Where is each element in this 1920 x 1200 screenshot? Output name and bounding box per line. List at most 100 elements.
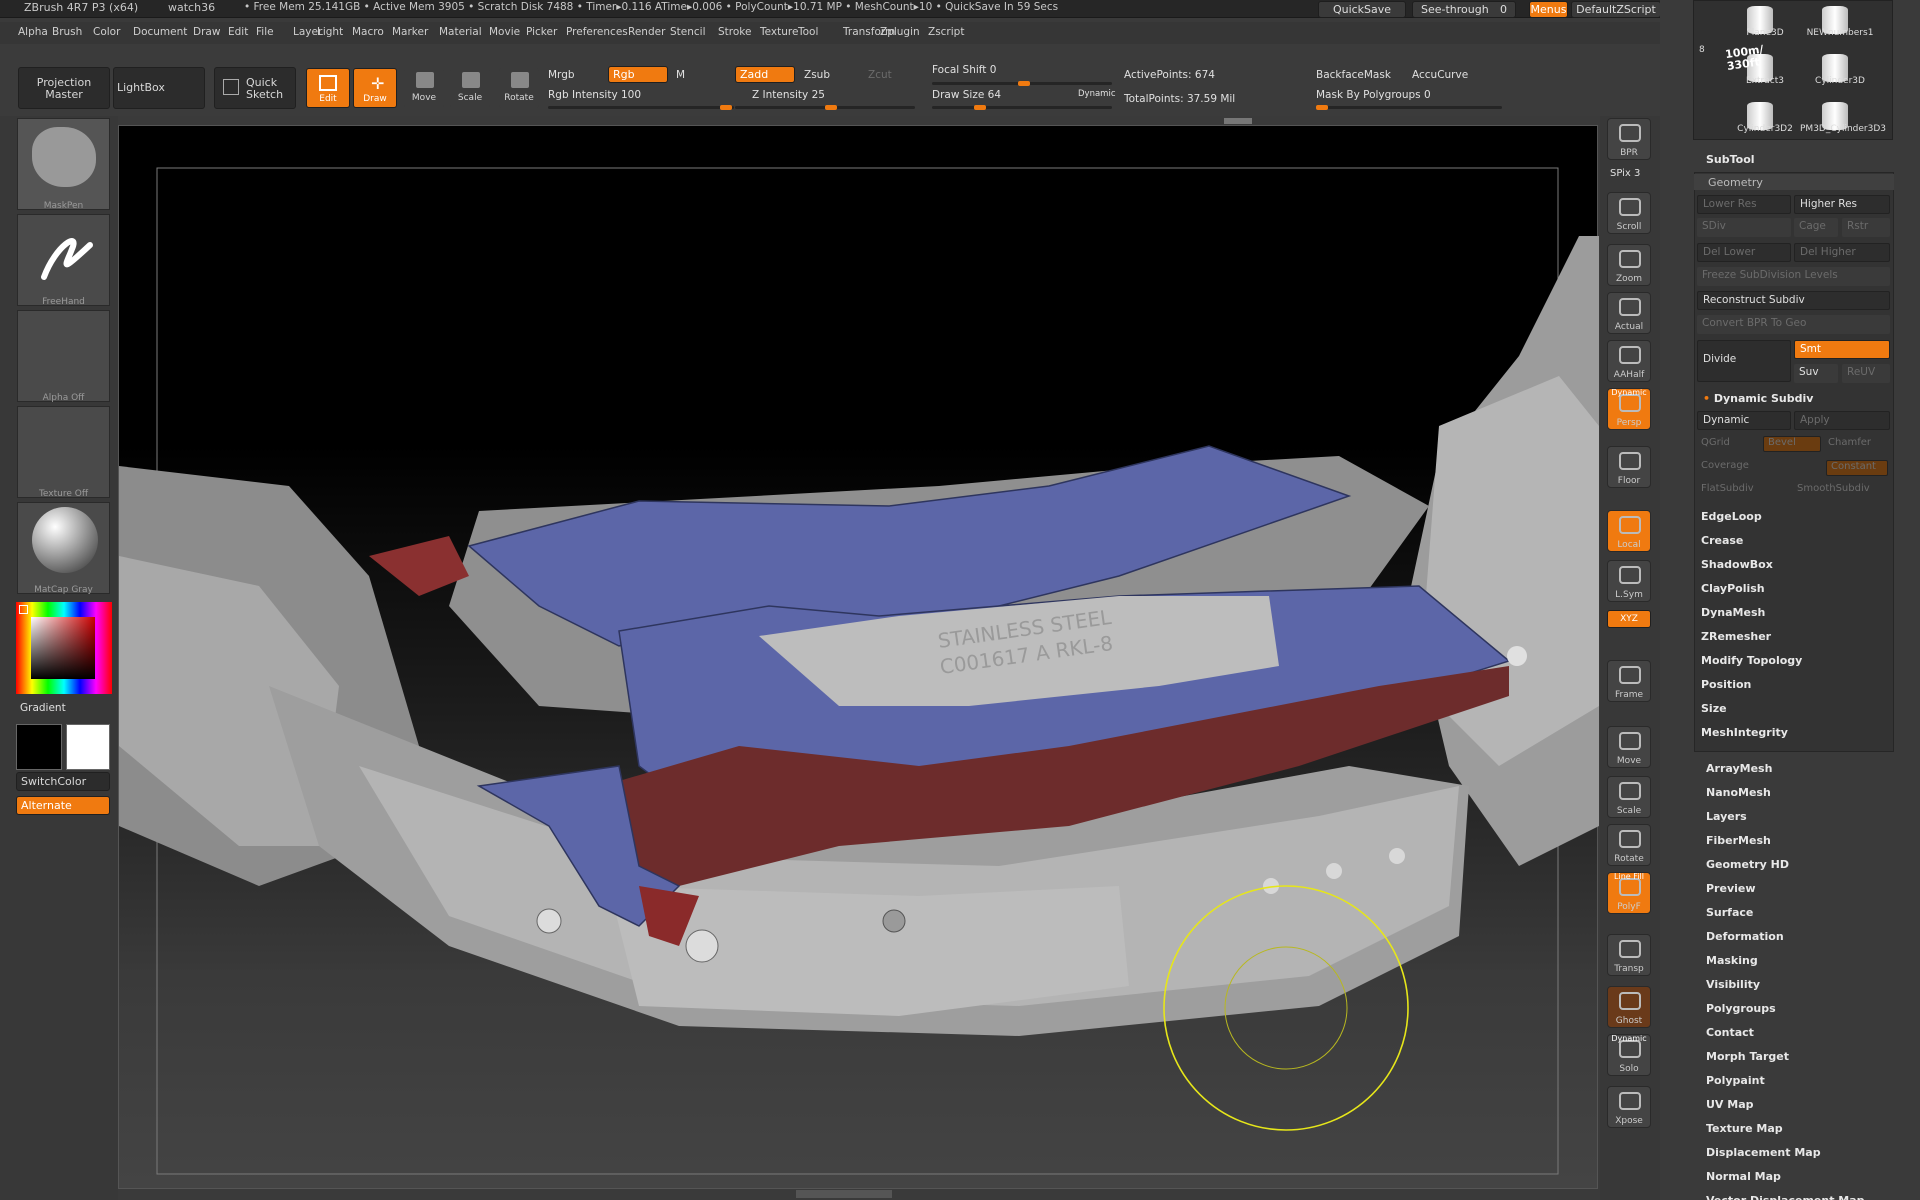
accucurve-button[interactable]: AccuCurve (1412, 69, 1468, 81)
panel-deformation[interactable]: Deformation (1706, 930, 1784, 943)
rgb-intensity-slider[interactable] (548, 105, 734, 110)
menu-movie[interactable]: Movie (489, 26, 520, 38)
coverage-slider[interactable]: Coverage (1701, 460, 1749, 471)
secondary-color-swatch[interactable] (16, 724, 62, 770)
transp-button[interactable]: Transp (1607, 934, 1651, 976)
geometry-item-dynamesh[interactable]: DynaMesh (1701, 606, 1765, 619)
menu-preferences[interactable]: Preferences (566, 26, 628, 38)
panel-morph-target[interactable]: Morph Target (1706, 1050, 1789, 1063)
panel-uv-map[interactable]: UV Map (1706, 1098, 1754, 1111)
brush-thumbnail[interactable]: MaskPen (17, 118, 110, 211)
spix-slider[interactable]: SPix 3 (1610, 168, 1640, 179)
subtool-name[interactable]: Plane3D (1725, 28, 1805, 38)
z-intensity-slider[interactable] (735, 105, 915, 110)
reconstruct-subdiv-button[interactable]: Reconstruct Subdiv (1697, 291, 1890, 310)
sdiv-slider[interactable]: SDiv (1697, 218, 1791, 237)
see-through-slider[interactable]: See-through 0 (1412, 1, 1516, 18)
panel-arraymesh[interactable]: ArrayMesh (1706, 762, 1772, 775)
menu-picker[interactable]: Picker (526, 26, 557, 38)
subtool-name[interactable]: NEWnumbers1 (1800, 28, 1880, 38)
zcut-button[interactable]: Zcut (868, 69, 892, 81)
xpose-button[interactable]: Xpose (1607, 1086, 1651, 1128)
gradient-button[interactable]: Gradient (20, 702, 66, 714)
menu-marker[interactable]: Marker (392, 26, 428, 38)
panel-surface[interactable]: Surface (1706, 906, 1753, 919)
zsub-button[interactable]: Zsub (804, 69, 830, 81)
apply-button[interactable]: Apply (1794, 411, 1890, 430)
del-higher-button[interactable]: Del Higher (1794, 243, 1890, 262)
actual-button[interactable]: Actual (1607, 292, 1651, 334)
menu-light[interactable]: Light (317, 26, 343, 38)
edit-button[interactable]: Edit (306, 68, 350, 108)
freeze-subdivision-button[interactable]: Freeze SubDivision Levels (1697, 267, 1890, 286)
frame-button[interactable]: Frame (1607, 660, 1651, 702)
smt-toggle[interactable]: Smt (1794, 340, 1890, 359)
dynamic-subdiv-header[interactable]: • Dynamic Subdiv (1703, 392, 1813, 405)
geometry-item-shadowbox[interactable]: ShadowBox (1701, 558, 1773, 571)
cage-button[interactable]: Cage (1794, 218, 1838, 237)
texture-thumbnail[interactable]: Texture Off (17, 406, 110, 499)
geometry-header[interactable]: Geometry (1708, 176, 1763, 189)
draw-button[interactable]: ✛ Draw (353, 68, 397, 108)
constant-toggle[interactable]: Constant (1826, 460, 1888, 476)
color-picker[interactable] (16, 602, 112, 694)
scale-button[interactable]: Scale (1607, 776, 1651, 818)
move-button[interactable]: Move (1607, 726, 1651, 768)
suv-toggle[interactable]: Suv (1794, 364, 1838, 383)
menu-draw[interactable]: Draw (193, 26, 220, 38)
panel-normal-map[interactable]: Normal Map (1706, 1170, 1781, 1183)
rstr-button[interactable]: Rstr (1842, 218, 1890, 237)
persp-button[interactable]: Persp Dynamic (1607, 388, 1651, 430)
focal-shift-slider[interactable] (932, 81, 1112, 86)
material-thumbnail[interactable]: MatCap Gray (17, 502, 110, 595)
convert-bpr-button[interactable]: Convert BPR To Geo (1697, 315, 1890, 334)
subtool-name[interactable]: Extract3 (1725, 76, 1805, 86)
panel-polygroups[interactable]: Polygroups (1706, 1002, 1776, 1015)
geometry-item-zremesher[interactable]: ZRemesher (1701, 630, 1771, 643)
zadd-button[interactable]: Zadd (735, 66, 795, 83)
rotate-button[interactable]: Rotate (499, 68, 539, 108)
move-button[interactable]: Move (404, 68, 444, 108)
mrgb-button[interactable]: Mrgb (548, 69, 575, 81)
panel-contact[interactable]: Contact (1706, 1026, 1754, 1039)
menu-tool[interactable]: Tool (798, 26, 818, 38)
ghost-button[interactable]: Ghost (1607, 986, 1651, 1028)
main-color-swatch[interactable] (66, 724, 110, 770)
lsym-button[interactable]: L.Sym (1607, 560, 1651, 602)
menu-stroke[interactable]: Stroke (718, 26, 751, 38)
rotate-button[interactable]: Rotate (1607, 824, 1651, 866)
default-zscript-button[interactable]: DefaultZScript (1571, 1, 1661, 18)
floor-button[interactable]: Floor (1607, 446, 1651, 488)
rgb-button[interactable]: Rgb (608, 66, 668, 83)
panel-vector-displacement-map[interactable]: Vector Displacement Map (1706, 1194, 1865, 1200)
canvas-viewport[interactable]: STAINLESS STEEL C001617 A RKL-8 (118, 125, 1599, 1189)
polyf-button[interactable]: PolyF Line Fill (1607, 872, 1651, 914)
projection-master-button[interactable]: Projection Master (18, 67, 110, 109)
panel-nanomesh[interactable]: NanoMesh (1706, 786, 1771, 799)
alpha-thumbnail[interactable]: Alpha Off (17, 310, 110, 403)
subtool-name[interactable]: Cylinder3D2 (1725, 124, 1805, 134)
geometry-item-crease[interactable]: Crease (1701, 534, 1743, 547)
lightbox-button[interactable]: LightBox (113, 67, 205, 109)
menu-render[interactable]: Render (628, 26, 665, 38)
quick-sketch-button[interactable]: Quick Sketch (214, 67, 296, 109)
geometry-item-position[interactable]: Position (1701, 678, 1751, 691)
bottom-shelf-handle[interactable] (796, 1190, 892, 1198)
menu-stencil[interactable]: Stencil (670, 26, 706, 38)
panel-masking[interactable]: Masking (1706, 954, 1758, 967)
higher-res-button[interactable]: Higher Res (1794, 195, 1890, 214)
menu-zplugin[interactable]: Zplugin (880, 26, 920, 38)
panel-polypaint[interactable]: Polypaint (1706, 1074, 1765, 1087)
quicksave-button[interactable]: QuickSave (1318, 1, 1406, 18)
del-lower-button[interactable]: Del Lower (1697, 243, 1791, 262)
dynamic-toggle[interactable]: Dynamic (1078, 89, 1116, 99)
panel-texture-map[interactable]: Texture Map (1706, 1122, 1783, 1135)
shelf-scroll-handle[interactable] (1224, 118, 1252, 124)
menus-button[interactable]: Menus (1529, 1, 1568, 18)
draw-size-slider[interactable] (932, 105, 1112, 110)
divide-button[interactable]: Divide (1697, 340, 1791, 382)
menu-color[interactable]: Color (93, 26, 120, 38)
solo-button[interactable]: Solo Dynamic (1607, 1034, 1651, 1076)
menu-document[interactable]: Document (133, 26, 187, 38)
panel-fibermesh[interactable]: FiberMesh (1706, 834, 1771, 847)
